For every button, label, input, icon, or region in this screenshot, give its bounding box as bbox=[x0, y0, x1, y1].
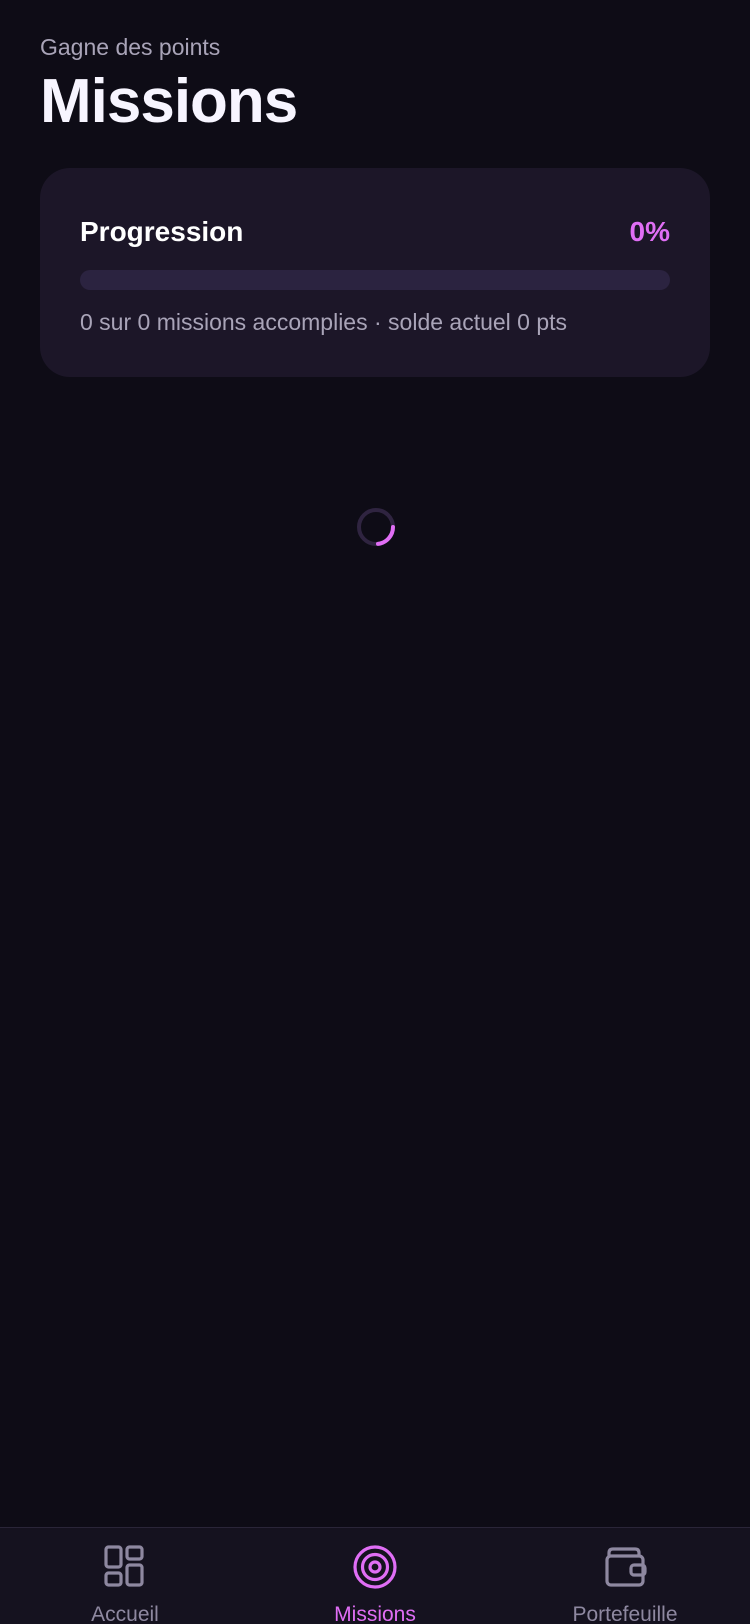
progress-percent: 0% bbox=[629, 216, 670, 247]
page-header: Gagne des points Missions bbox=[40, 30, 710, 138]
target-icon bbox=[352, 1544, 398, 1590]
nav-label-portefeuille: Portefeuille bbox=[572, 1603, 678, 1624]
nav-item-portefeuille[interactable]: Portefeuille bbox=[500, 1528, 750, 1624]
nav-item-accueil[interactable]: Accueil bbox=[0, 1528, 250, 1624]
grid-icon bbox=[102, 1544, 148, 1590]
bottom-navigation: Accueil Missions Portefeuille bbox=[0, 1527, 750, 1624]
progress-header: Progression 0% bbox=[80, 212, 670, 252]
page-subtitle: Gagne des points bbox=[40, 34, 221, 60]
nav-label-missions: Missions bbox=[334, 1603, 416, 1624]
nav-label-accueil: Accueil bbox=[91, 1603, 159, 1624]
progress-card: Progression 0% 0 sur 0 missions accompli… bbox=[40, 168, 710, 377]
progress-title: Progression bbox=[80, 216, 244, 247]
progress-caption: 0 sur 0 missions accomplies · solde actu… bbox=[80, 309, 568, 335]
nav-item-missions[interactable]: Missions bbox=[250, 1528, 500, 1624]
loading-spinner bbox=[356, 507, 396, 547]
wallet-icon bbox=[602, 1544, 648, 1590]
page-title: Missions bbox=[40, 67, 298, 136]
progress-bar bbox=[80, 270, 670, 290]
